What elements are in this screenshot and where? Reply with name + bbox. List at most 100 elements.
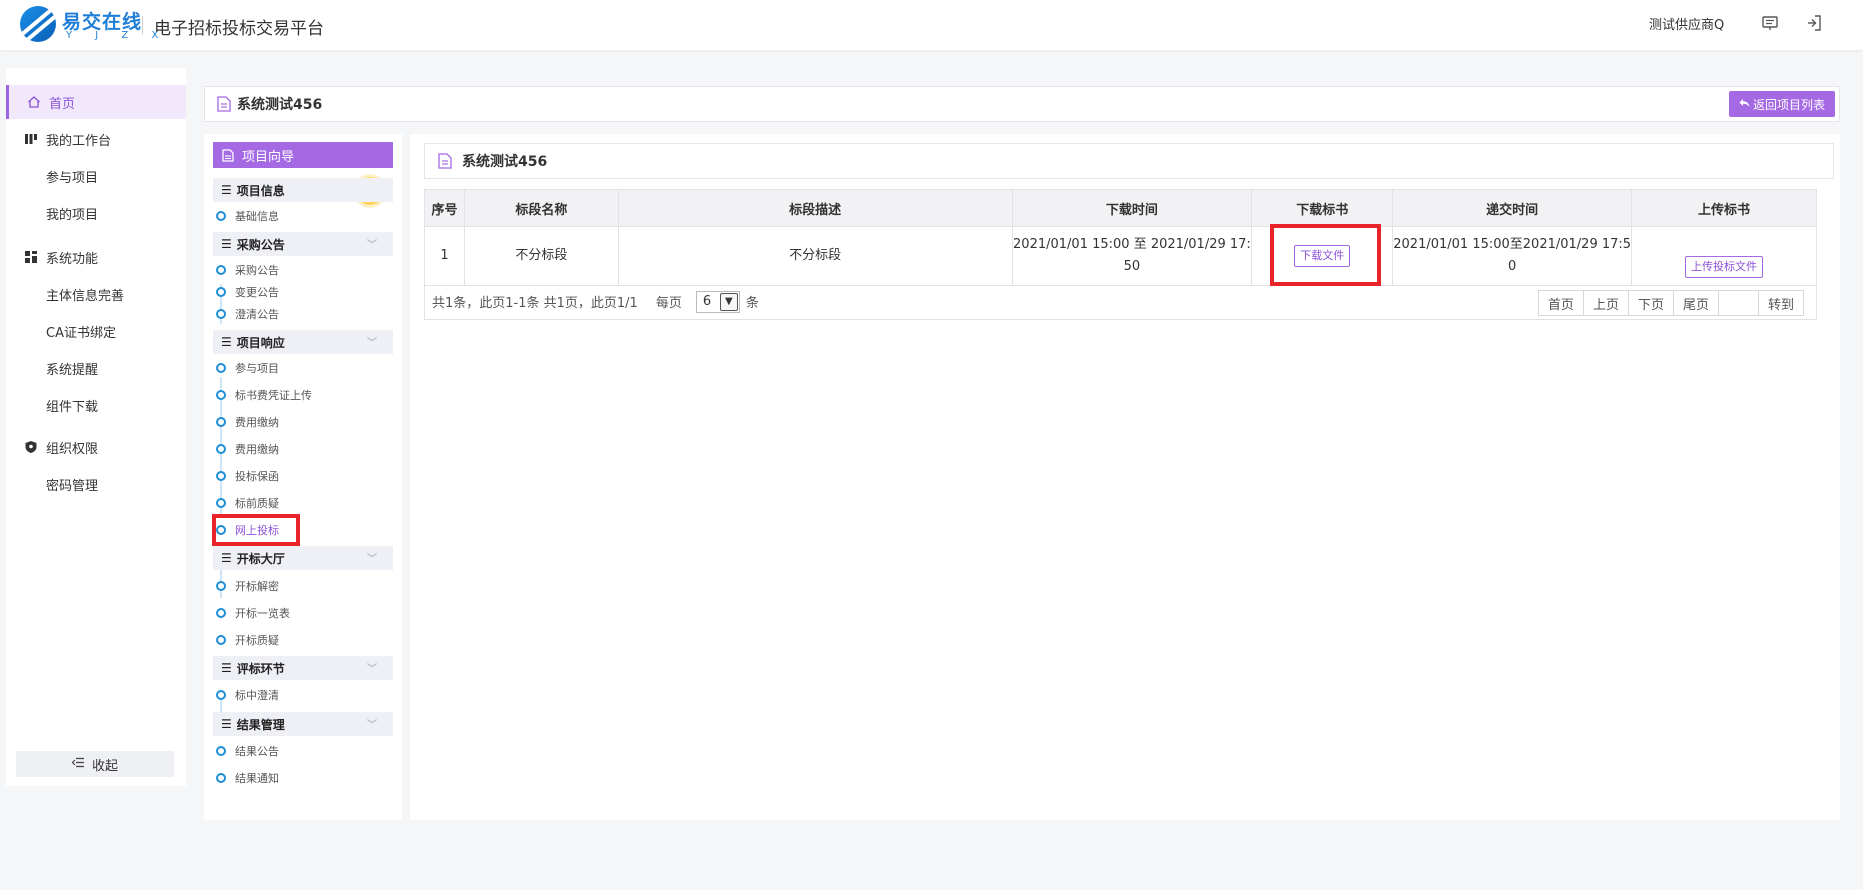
nav-component-download-label: 组件下载 bbox=[46, 399, 99, 415]
step-label: 结果通知 bbox=[235, 772, 279, 785]
step-label: 变更公告 bbox=[235, 286, 279, 299]
section-title: 评标环节 bbox=[236, 661, 285, 676]
chevron-down-icon: ﹀ bbox=[367, 338, 377, 349]
logo-icon bbox=[20, 6, 56, 42]
download-time-line1: 2021/01/01 15:00 至 2021/01/29 17: bbox=[1013, 237, 1251, 252]
nav-my-project[interactable]: 我的项目 bbox=[6, 196, 186, 230]
monitor-icon[interactable] bbox=[1761, 14, 1779, 32]
workbench-icon bbox=[24, 132, 38, 146]
menu-bars-icon: ☰ bbox=[221, 551, 232, 565]
section-bid-evaluation[interactable]: ☰ 评标环节 ﹀ bbox=[213, 656, 393, 680]
grid-icon bbox=[24, 250, 38, 264]
pagination-info: 共1条，此页1-1条 共1页，此页1/1 bbox=[432, 296, 638, 311]
first-page-button[interactable]: 首页 bbox=[1537, 290, 1584, 316]
bid-section-table: 序号 标段名称 标段描述 下载时间 下载标书 递交时间 上传标书 1 不分标段 … bbox=[424, 189, 1817, 286]
nav-password-management[interactable]: 密码管理 bbox=[6, 467, 186, 501]
nav-system-reminder[interactable]: 系统提醒 bbox=[6, 351, 186, 385]
nav-system-reminder-label: 系统提醒 bbox=[46, 362, 99, 378]
step-dot-icon bbox=[216, 444, 226, 454]
content-panel: 系统测试456 序号 标段名称 标段描述 下载时间 下载标书 递交时间 上传标书 bbox=[410, 134, 1840, 820]
nav-system-functions[interactable]: 系统功能 bbox=[6, 240, 186, 274]
step-label: 开标解密 bbox=[235, 580, 279, 593]
goto-page-button[interactable]: 转到 bbox=[1757, 290, 1804, 316]
last-page-button[interactable]: 尾页 bbox=[1672, 290, 1719, 316]
chevron-down-icon: ﹀ bbox=[367, 240, 377, 251]
step-label: 基础信息 bbox=[235, 210, 279, 223]
step-dot-icon bbox=[216, 746, 226, 756]
step-change-notice[interactable]: 变更公告 bbox=[216, 281, 279, 303]
col-header-submit-time: 递交时间 bbox=[1392, 189, 1633, 227]
step-label: 结果公告 bbox=[235, 745, 279, 758]
nav-my-project-label: 我的项目 bbox=[46, 207, 99, 223]
nav-home[interactable]: 首页 bbox=[6, 85, 186, 119]
section-bid-opening-hall[interactable]: ☰ 开标大厅 ﹀ bbox=[213, 546, 393, 570]
section-procurement-notice[interactable]: ☰ 采购公告 ﹀ bbox=[213, 232, 393, 256]
section-title: 结果管理 bbox=[236, 717, 285, 732]
step-result-notice[interactable]: 结果通知 bbox=[216, 767, 279, 789]
return-to-project-list-button[interactable]: 返回项目列表 bbox=[1728, 91, 1835, 117]
cell-upload-tender: 上传投标文件 bbox=[1631, 226, 1817, 286]
left-sidebar: 首页 我的工作台 参与项目 我的项目 系统功能 主体信息完善 CA证书绑定 系统… bbox=[6, 68, 186, 786]
menu-bars-icon: ☰ bbox=[221, 335, 232, 349]
step-fee-voucher-upload[interactable]: 标书费凭证上传 bbox=[216, 384, 312, 406]
col-header-section-name: 标段名称 bbox=[463, 189, 619, 227]
step-participate-project[interactable]: 参与项目 bbox=[216, 357, 279, 379]
nav-ca-binding[interactable]: CA证书绑定 bbox=[6, 314, 186, 348]
step-mid-bid-clarification[interactable]: 标中澄清 bbox=[216, 684, 279, 706]
project-guide-header: 项目向导 bbox=[213, 142, 393, 168]
project-title-bar: 系统测试456 返回项目列表 bbox=[204, 86, 1840, 122]
step-bid-decryption[interactable]: 开标解密 bbox=[216, 575, 279, 597]
step-bid-guarantee[interactable]: 投标保函 bbox=[216, 465, 279, 487]
step-dot-icon bbox=[216, 773, 226, 783]
per-page-select[interactable]: 6 ▼ bbox=[695, 290, 740, 313]
step-bid-opening-query[interactable]: 开标质疑 bbox=[216, 629, 279, 651]
section-result-management[interactable]: ☰ 结果管理 ﹀ bbox=[213, 712, 393, 736]
per-page-label: 每页 bbox=[655, 296, 682, 311]
nav-org-permissions[interactable]: 组织权限 bbox=[6, 430, 186, 464]
prev-page-button[interactable]: 上页 bbox=[1582, 290, 1629, 316]
collapse-sidebar-button[interactable]: 收起 bbox=[16, 751, 174, 777]
nav-password-management-label: 密码管理 bbox=[46, 478, 99, 494]
step-label: 费用缴纳 bbox=[235, 443, 279, 456]
next-page-button[interactable]: 下页 bbox=[1627, 290, 1674, 316]
upload-bid-file-button[interactable]: 上传投标文件 bbox=[1685, 256, 1764, 278]
section-project-info[interactable]: ☰ 项目信息 bbox=[213, 178, 393, 202]
step-dot-icon bbox=[216, 581, 226, 591]
user-name-link[interactable]: 测试供应商Q bbox=[1649, 14, 1724, 33]
nav-participate-project-label: 参与项目 bbox=[46, 170, 99, 186]
nav-entity-info[interactable]: 主体信息完善 bbox=[6, 277, 186, 311]
per-page-unit: 条 bbox=[745, 296, 759, 311]
logout-icon[interactable] bbox=[1805, 14, 1823, 32]
step-label: 采购公告 bbox=[235, 264, 279, 277]
step-bid-overview[interactable]: 开标一览表 bbox=[216, 602, 290, 624]
step-result-announcement[interactable]: 结果公告 bbox=[216, 740, 279, 762]
cell-section-name: 不分标段 bbox=[463, 226, 619, 286]
step-procurement-notice[interactable]: 采购公告 bbox=[216, 259, 279, 281]
section-title: 项目响应 bbox=[236, 335, 285, 350]
step-fee-payment-2[interactable]: 费用缴纳 bbox=[216, 438, 279, 460]
main-area: 系统测试456 返回项目列表 项目向导 ☰ 项目信息 基础信息 ☰ 采购公告 ﹀… bbox=[204, 86, 1840, 821]
platform-title: 电子招标投标交易平台 bbox=[154, 19, 324, 39]
step-basic-info[interactable]: 基础信息 bbox=[216, 205, 279, 227]
download-time-line2: 50 bbox=[1123, 259, 1141, 274]
nav-workbench[interactable]: 我的工作台 bbox=[6, 122, 186, 156]
page-number-input[interactable] bbox=[1717, 290, 1759, 316]
nav-participate-project[interactable]: 参与项目 bbox=[6, 159, 186, 193]
menu-bars-icon: ☰ bbox=[221, 237, 232, 251]
table-row: 1 不分标段 不分标段 2021/01/01 15:00 至 2021/01/2… bbox=[424, 224, 1817, 286]
step-dot-icon bbox=[216, 608, 226, 618]
nav-entity-info-label: 主体信息完善 bbox=[46, 288, 125, 304]
logo-subtext: Y J Z X bbox=[66, 30, 169, 41]
step-label: 标书费凭证上传 bbox=[235, 389, 312, 402]
section-project-response[interactable]: ☰ 项目响应 ﹀ bbox=[213, 330, 393, 354]
step-pre-bid-query[interactable]: 标前质疑 bbox=[216, 492, 279, 514]
highlight-box bbox=[1270, 224, 1382, 286]
highlight-box bbox=[212, 514, 300, 546]
step-fee-payment[interactable]: 费用缴纳 bbox=[216, 411, 279, 433]
col-header-index: 序号 bbox=[424, 189, 465, 227]
per-page-value: 6 bbox=[702, 294, 712, 309]
nav-component-download[interactable]: 组件下载 bbox=[6, 388, 186, 422]
col-header-download-time: 下载时间 bbox=[1011, 189, 1253, 227]
step-clarification-notice[interactable]: 澄清公告 bbox=[216, 303, 279, 325]
step-label: 标中澄清 bbox=[235, 689, 279, 702]
